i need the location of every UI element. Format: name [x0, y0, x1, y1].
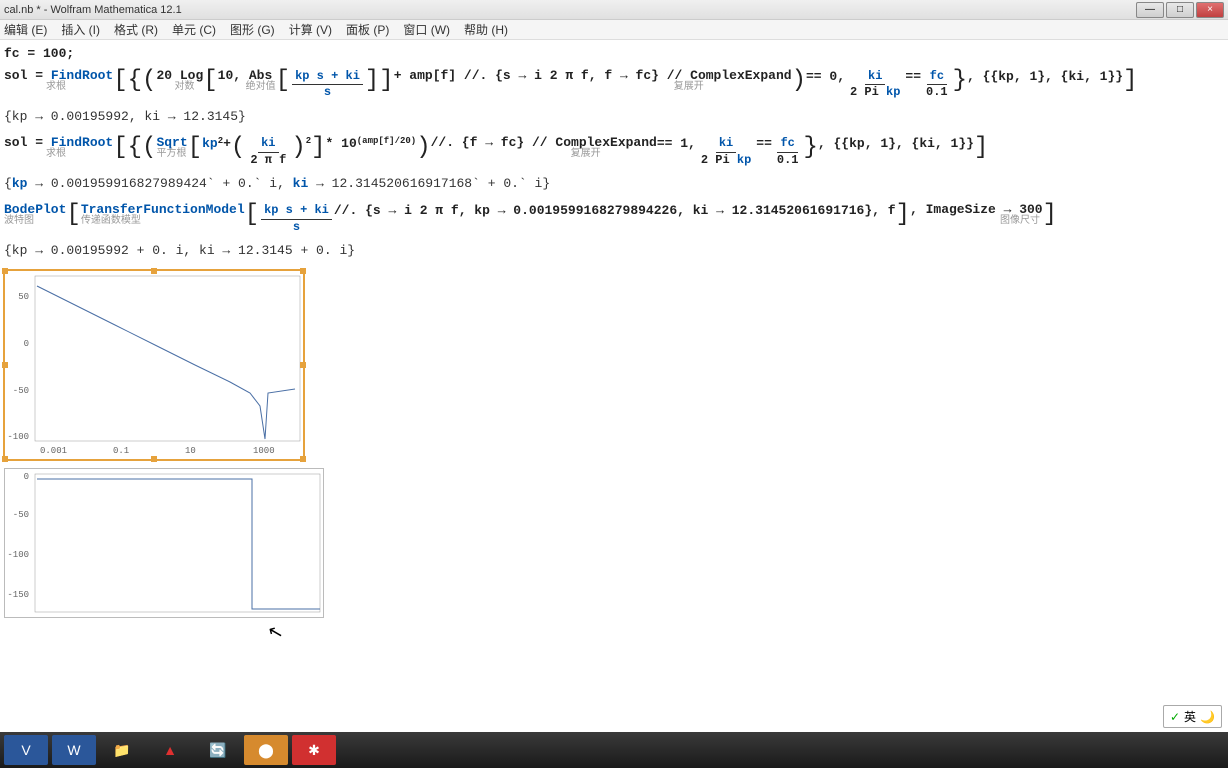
svg-text:-50: -50: [13, 386, 29, 396]
bracket-open: [: [113, 69, 127, 93]
sol-findroot-label-2: sol = FindRoot 求根: [4, 136, 113, 160]
maximize-button[interactable]: □: [1166, 2, 1194, 18]
output-2: {kp → 0.001959916827989424` + 0.` i, ki …: [4, 176, 1224, 191]
svg-text:-100: -100: [7, 550, 29, 560]
taskbar-app-pdf[interactable]: ▲: [148, 735, 192, 765]
ime-mode-icon[interactable]: 🌙: [1200, 710, 1215, 724]
output-1: {kp → 0.00195992, ki → 12.3145}: [4, 109, 1224, 124]
anno-findroot: 求根: [46, 83, 66, 94]
ime-check-icon[interactable]: ✓: [1170, 710, 1180, 724]
eq-zero: == 0,: [806, 69, 845, 86]
svg-text:0.001: 0.001: [40, 446, 67, 456]
svg-text:-150: -150: [7, 590, 29, 600]
paren-open: (: [142, 69, 156, 93]
svg-text:-50: -50: [13, 510, 29, 520]
taskbar-app-visio[interactable]: V: [4, 735, 48, 765]
taskbar-app-word[interactable]: W: [52, 735, 96, 765]
output-3: {kp → 0.00195992 + 0. i, ki → 12.3145 + …: [4, 243, 1224, 258]
input-line-fc[interactable]: fc = 100;: [4, 46, 1224, 63]
menu-graphics[interactable]: 图形 (G): [230, 21, 275, 38]
svg-text:1000: 1000: [253, 446, 275, 456]
complex-block: + amp[f] //. {s → i 2 π f, f → fc} // Co…: [394, 69, 792, 93]
imgsize-label: , ImageSize → 300 图像尺寸: [910, 203, 1043, 227]
ime-toolbar[interactable]: ✓ 英 🌙: [1163, 705, 1222, 728]
sol-findroot-label: sol = sol = FindRootFindRoot 求根: [4, 69, 113, 93]
menu-help[interactable]: 帮助 (H): [464, 21, 508, 38]
code-text: fc = 100;: [4, 46, 74, 63]
ime-lang[interactable]: 英: [1184, 708, 1196, 725]
bode-label: BodePlot 波特图: [4, 203, 66, 227]
taskbar-app-terminal[interactable]: ⬤: [244, 735, 288, 765]
window-title-bar: cal.nb * - Wolfram Mathematica 12.1 — □ …: [0, 0, 1228, 20]
svg-text:50: 50: [18, 292, 29, 302]
phase-plot-svg: 0 -50 -100 -150: [5, 469, 325, 619]
fraction-ki-2pif: ki 2 π f: [247, 136, 289, 168]
menu-window[interactable]: 窗口 (W): [403, 21, 450, 38]
tfm-label: TransferFunctionModel 传递函数模型: [81, 203, 245, 227]
magnitude-plot-svg: 50 0 -50 -100 0.001 0.1 10 1000: [5, 271, 305, 461]
window-controls: — □ ×: [1136, 2, 1224, 18]
taskbar[interactable]: V W 📁 ▲ 🔄 ⬤ ✱: [0, 732, 1228, 768]
magnitude-plot[interactable]: 50 0 -50 -100 0.001 0.1 10 1000: [4, 270, 304, 460]
fraction-fc-01: fc 0.1: [923, 69, 951, 101]
svg-text:-100: -100: [7, 432, 29, 442]
taskbar-app-mathematica[interactable]: ✱: [292, 735, 336, 765]
svg-text:0.1: 0.1: [113, 446, 129, 456]
svg-text:0: 0: [24, 339, 29, 349]
close-button[interactable]: ×: [1196, 2, 1224, 18]
menu-insert[interactable]: 插入 (I): [61, 21, 100, 38]
brace-open: {: [128, 69, 142, 93]
taskbar-app-converter[interactable]: 🔄: [196, 735, 240, 765]
sqrt-block: Sqrt 平方根: [156, 136, 187, 160]
init-guess: , {{kp, 1}, {ki, 1}}: [967, 69, 1123, 86]
notebook-area[interactable]: fc = 100; sol = sol = FindRootFindRoot 求…: [0, 40, 1228, 630]
window-title: cal.nb * - Wolfram Mathematica 12.1: [4, 4, 182, 16]
phase-plot[interactable]: 0 -50 -100 -150: [4, 468, 324, 618]
menu-bar: 编辑 (E) 插入 (I) 格式 (R) 单元 (C) 图形 (G) 计算 (V…: [0, 20, 1228, 40]
abs-block: 10, Abs 绝对值: [218, 69, 276, 93]
svg-text:0: 0: [24, 472, 29, 482]
fraction-kpski: kp s + ki s: [292, 69, 363, 101]
complex-block-2: //. {f → fc} // ComplexExpand 复展开: [431, 136, 657, 160]
svg-text:10: 10: [185, 446, 196, 456]
input-bodeplot[interactable]: BodePlot 波特图 [ TransferFunctionModel 传递函…: [4, 203, 1224, 235]
taskbar-app-folder[interactable]: 📁: [100, 735, 144, 765]
menu-evaluation[interactable]: 计算 (V): [289, 21, 332, 38]
input-findroot-2[interactable]: sol = FindRoot 求根 [{( Sqrt 平方根 [ kp2 + (…: [4, 136, 1224, 168]
fraction-ki-2pikp: ki 2 Pi kp: [847, 69, 903, 101]
input-findroot-1[interactable]: sol = sol = FindRootFindRoot 求根 [ { ( 20…: [4, 69, 1224, 101]
menu-format[interactable]: 格式 (R): [114, 21, 158, 38]
menu-edit[interactable]: 编辑 (E): [4, 21, 47, 38]
bode-plots-output: 50 0 -50 -100 0.001 0.1 10 1000: [4, 270, 1224, 618]
log-block: 20 Log 对数: [156, 69, 203, 93]
minimize-button[interactable]: —: [1136, 2, 1164, 18]
menu-palettes[interactable]: 面板 (P): [346, 21, 389, 38]
menu-cell[interactable]: 单元 (C): [172, 21, 216, 38]
